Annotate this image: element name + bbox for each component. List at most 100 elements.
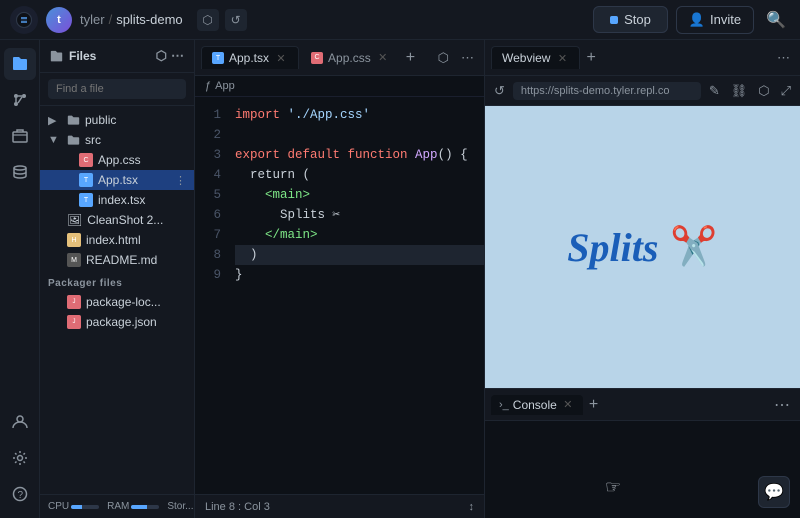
tab-close-icon[interactable]: ✕ xyxy=(561,398,575,412)
line-numbers: 1 2 3 4 5 6 7 8 9 xyxy=(195,105,231,486)
sidebar-item-git[interactable] xyxy=(4,84,36,116)
file-tree: ▶ public ▼ src C App.css T App.tsx ⋮ xyxy=(40,106,194,494)
chat-button[interactable]: 💬 xyxy=(758,476,790,508)
tab-console[interactable]: ›_ Console ✕ xyxy=(491,395,583,415)
breadcrumb-app: App xyxy=(215,80,235,92)
username: tyler xyxy=(80,12,105,27)
md-file-icon: M xyxy=(67,253,81,267)
code-editor[interactable]: 1 2 3 4 5 6 7 8 9 import './App.css' exp… xyxy=(195,97,484,494)
editor-more-btn[interactable]: ⋯ xyxy=(457,48,478,68)
folder-name: public xyxy=(85,113,116,127)
main-content: ? Files ⬡ ⋯ ▶ public ▼ xyxy=(0,40,800,518)
tsx-icon: T xyxy=(212,52,224,64)
tsx-file-icon: T xyxy=(79,173,93,187)
tab-close-icon[interactable]: ✕ xyxy=(376,51,390,65)
link-icon-btn[interactable]: ⛓ xyxy=(728,81,751,101)
tab-close-icon[interactable]: ✕ xyxy=(555,51,569,65)
file-name: package-loc... xyxy=(86,295,161,309)
branch-icon-btn[interactable]: ⬡ xyxy=(197,9,219,31)
pop-out-btn[interactable]: ⤢ xyxy=(778,81,794,101)
cursor-hand xyxy=(605,476,621,498)
editor-area: T App.tsx ✕ C App.css ✕ + ⬡ ⋯ ƒ App 1 2 xyxy=(195,40,485,518)
file-name: App.css xyxy=(98,153,141,167)
file-panel-icon-2[interactable]: ⋯ xyxy=(171,48,184,64)
history-icon-btn[interactable]: ↺ xyxy=(225,9,247,31)
stop-button[interactable]: Stop xyxy=(593,6,668,33)
sidebar-item-database[interactable] xyxy=(4,156,36,188)
cpu-stat: CPU xyxy=(48,501,99,512)
cursor-position: Line 8 : Col 3 xyxy=(205,501,270,513)
tab-close-icon[interactable]: ✕ xyxy=(274,51,288,65)
tsx-file-icon: T xyxy=(79,193,93,207)
cpu-bar xyxy=(71,505,99,509)
list-item[interactable]: J package.json xyxy=(40,312,194,332)
file-panel-icon-1[interactable]: ⬡ xyxy=(156,48,167,64)
file-name: index.tsx xyxy=(98,193,145,207)
console-add-tab[interactable]: + xyxy=(585,392,602,418)
sidebar-item-files[interactable] xyxy=(4,48,36,80)
topbar: t tyler / splits-demo ⬡ ↺ Stop 👤 Invite … xyxy=(0,0,800,40)
list-item[interactable]: 🖼 CleanShot 2... xyxy=(40,210,194,230)
sidebar-item-help[interactable]: ? xyxy=(4,478,36,510)
invite-button[interactable]: 👤 Invite xyxy=(676,6,754,34)
list-item[interactable]: T App.tsx ⋮ xyxy=(40,170,194,190)
topbar-icons: ⬡ ↺ xyxy=(197,9,247,31)
format-icon[interactable]: ↕ xyxy=(469,501,475,513)
console-content[interactable]: 💬 xyxy=(485,421,800,518)
file-name: package.json xyxy=(86,315,157,329)
files-title: Files xyxy=(69,49,96,63)
webview-tabs: Webview ✕ + ⋯ xyxy=(485,40,800,76)
editor-status-bar: Line 8 : Col 3 ↕ xyxy=(195,494,484,518)
list-item[interactable]: ▼ src xyxy=(40,130,194,150)
file-name: CleanShot 2... xyxy=(87,213,163,227)
code-content: import './App.css' export default functi… xyxy=(231,105,484,486)
file-search xyxy=(40,73,194,106)
json-file-icon: J xyxy=(67,295,81,309)
sidebar-item-user[interactable] xyxy=(4,406,36,438)
invite-label: Invite xyxy=(710,12,741,27)
list-item[interactable]: ▶ public xyxy=(40,110,194,130)
app-preview: Splits ✂️ xyxy=(567,224,717,271)
css-file-icon: C xyxy=(79,153,93,167)
file-name: index.html xyxy=(86,233,141,247)
html-file-icon: H xyxy=(67,233,81,247)
webview-address-bar: ↺ ✎ ⛓ ⬡ ⤢ xyxy=(485,76,800,106)
file-panel: Files ⬡ ⋯ ▶ public ▼ src xyxy=(40,40,195,518)
search-input[interactable] xyxy=(48,79,186,99)
stor-stat: Stor... xyxy=(167,501,193,512)
webview-more-btn[interactable]: ⋯ xyxy=(773,48,794,68)
url-input[interactable] xyxy=(513,82,701,100)
list-item[interactable]: M README.md xyxy=(40,250,194,270)
external-icon-btn[interactable]: ⬡ xyxy=(755,81,772,101)
file-more-icon[interactable]: ⋮ xyxy=(175,174,186,187)
cpu-label: CPU xyxy=(48,501,69,512)
f-icon: ƒ xyxy=(205,80,211,92)
tab-add-button[interactable]: + xyxy=(582,45,599,71)
search-icon-btn[interactable]: 🔍 xyxy=(762,6,790,34)
list-item[interactable]: J package-loc... xyxy=(40,292,194,312)
list-item[interactable]: H index.html xyxy=(40,230,194,250)
tab-webview[interactable]: Webview ✕ xyxy=(491,46,580,69)
editor-tabs: T App.tsx ✕ C App.css ✕ + ⬡ ⋯ xyxy=(195,40,484,76)
sidebar-item-packages[interactable] xyxy=(4,120,36,152)
tab-app-css[interactable]: C App.css ✕ xyxy=(301,47,400,69)
tab-add-button[interactable]: + xyxy=(402,45,419,71)
list-item[interactable]: C App.css xyxy=(40,150,194,170)
console-more-btn[interactable]: ⋯ xyxy=(770,393,794,417)
tab-label: App.css xyxy=(328,51,371,65)
tab-app-tsx[interactable]: T App.tsx ✕ xyxy=(201,46,299,69)
editor-maximize-btn[interactable]: ⬡ xyxy=(434,48,453,68)
list-item[interactable]: T index.tsx xyxy=(40,190,194,210)
file-breadcrumb: ƒ App xyxy=(195,76,484,97)
ram-bar xyxy=(131,505,159,509)
right-panel: Webview ✕ + ⋯ ↺ ✎ ⛓ ⬡ ⤢ Splits ✂️ xyxy=(485,40,800,518)
edit-icon-btn[interactable]: ✎ xyxy=(706,81,723,101)
user-avatar: t xyxy=(46,7,72,33)
stop-indicator xyxy=(610,16,618,24)
console-tabs: ›_ Console ✕ + ⋯ xyxy=(485,389,800,421)
json-file-icon: J xyxy=(67,315,81,329)
css-icon: C xyxy=(311,52,323,64)
reload-icon-btn[interactable]: ↺ xyxy=(491,81,508,101)
ram-stat: RAM xyxy=(107,501,159,512)
sidebar-item-settings[interactable] xyxy=(4,442,36,474)
